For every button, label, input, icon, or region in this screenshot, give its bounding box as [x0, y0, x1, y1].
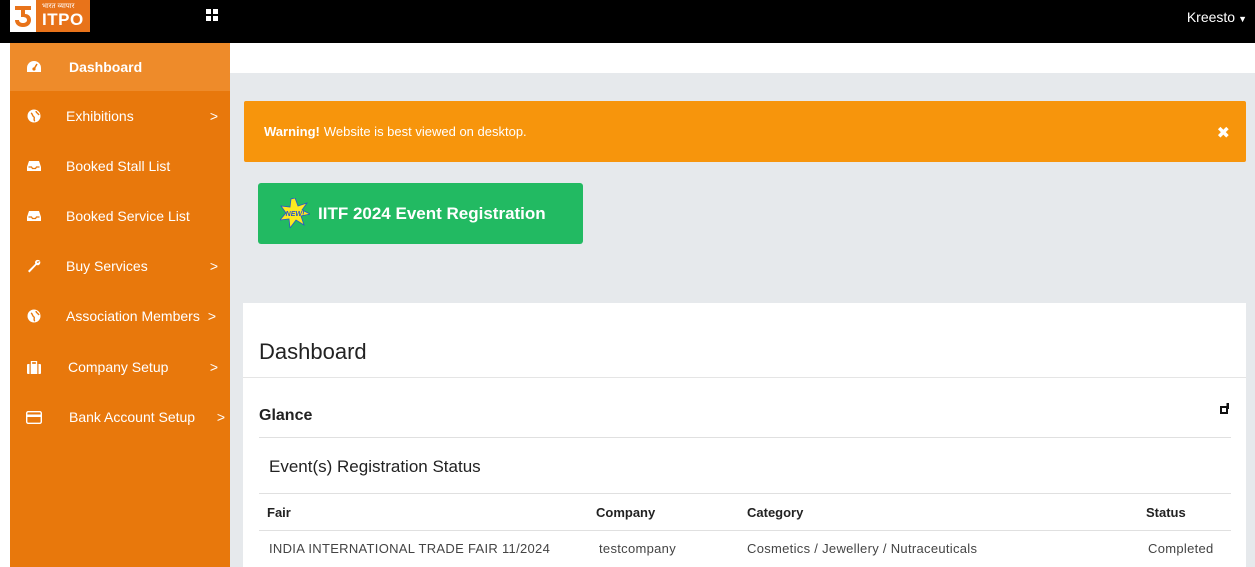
main-content: Warning! Website is best viewed on deskt…	[230, 43, 1255, 567]
dashboard-panel: Dashboard Glance Event(s) Registration S…	[243, 303, 1246, 567]
table-top-border	[259, 493, 1231, 494]
content-header-strip	[230, 43, 1255, 73]
logo-text: ITPO	[42, 10, 84, 29]
wrench-icon	[26, 258, 42, 274]
sidebar-item-label: Company Setup	[68, 359, 169, 375]
sidebar-item-dashboard[interactable]: Dashboard	[10, 43, 230, 91]
globe-icon	[26, 108, 42, 124]
credit-card-icon	[26, 409, 42, 425]
warning-alert: Warning! Website is best viewed on deskt…	[244, 101, 1246, 162]
new-badge-icon: NEW!	[280, 198, 310, 228]
sidebar-item-bank-account-setup[interactable]: Bank Account Setup >	[10, 393, 230, 441]
sidebar-item-label: Buy Services	[66, 258, 148, 274]
chevron-down-icon: ▼	[1238, 14, 1247, 24]
column-header-company: Company	[596, 505, 656, 520]
sidebar-item-booked-service-list[interactable]: Booked Service List	[10, 192, 230, 240]
inbox-icon	[26, 208, 42, 224]
inbox-icon	[26, 158, 42, 174]
cell-company: testcompany	[599, 541, 677, 556]
sidebar-item-label: Exhibitions	[66, 108, 134, 124]
chevron-right-icon: >	[209, 258, 218, 274]
sidebar-item-buy-services[interactable]: Buy Services >	[10, 242, 230, 290]
top-navbar: भारत व्यापार ITPO Kreesto ▼	[0, 0, 1255, 43]
table-header-border	[259, 530, 1231, 531]
iitf-event-registration-button[interactable]: NEW! IITF 2024 Event Registration	[258, 183, 583, 244]
sidebar-item-label: Dashboard	[69, 59, 143, 75]
brand-area: भारत व्यापार ITPO	[10, 0, 230, 43]
sidebar-item-exhibitions[interactable]: Exhibitions >	[10, 92, 230, 140]
briefcase-icon	[26, 359, 42, 375]
column-header-fair: Fair	[267, 505, 291, 520]
divider	[259, 437, 1231, 438]
registration-status-title: Event(s) Registration Status	[269, 457, 481, 476]
sidebar-item-association-members[interactable]: Association Members >	[10, 292, 230, 340]
itpo-logo[interactable]: भारत व्यापार ITPO	[10, 0, 90, 34]
dashboard-icon	[26, 59, 42, 75]
sidebar-item-label: Booked Stall List	[66, 158, 171, 174]
chevron-right-icon: >	[207, 308, 216, 324]
user-menu-dropdown[interactable]: Kreesto ▼	[1187, 9, 1247, 25]
sidebar-item-label: Association Members	[66, 308, 200, 324]
column-header-status: Status	[1146, 505, 1186, 520]
close-icon[interactable]: ✖	[1217, 123, 1230, 143]
sidebar-item-label: Booked Service List	[66, 208, 190, 224]
page-title: Dashboard	[259, 339, 367, 364]
chevron-right-icon: >	[216, 409, 225, 425]
glance-heading: Glance	[259, 407, 313, 424]
collapse-icon[interactable]	[1220, 403, 1230, 414]
event-button-label: IITF 2024 Event Registration	[318, 203, 546, 223]
alert-strong-text: Warning!	[264, 124, 320, 139]
new-badge-text: NEW!	[286, 211, 305, 218]
divider	[243, 377, 1246, 378]
cell-fair: INDIA INTERNATIONAL TRADE FAIR 11/2024	[269, 541, 551, 556]
sidebar-item-booked-stall-list[interactable]: Booked Stall List	[10, 142, 230, 190]
globe-icon	[26, 308, 42, 324]
itpo-logo-mark	[10, 0, 36, 32]
sidebar-item-label: Bank Account Setup	[69, 409, 196, 425]
chevron-right-icon: >	[209, 108, 218, 124]
sidebar-item-company-setup[interactable]: Company Setup >	[10, 343, 230, 391]
sidebar: Dashboard Exhibitions > Booked Stall Lis…	[10, 43, 230, 567]
itpo-logo-box: भारत व्यापार ITPO	[36, 0, 90, 32]
cell-category: Cosmetics / Jewellery / Nutraceuticals	[747, 541, 978, 556]
column-header-category: Category	[747, 505, 804, 520]
alert-message: Website is best viewed on desktop.	[323, 124, 527, 139]
cell-status: Completed	[1148, 541, 1214, 556]
sidebar-toggle-grid-icon[interactable]	[206, 9, 218, 21]
user-name: Kreesto	[1186, 9, 1236, 25]
itpo-emblem-icon	[15, 6, 31, 27]
chevron-right-icon: >	[209, 359, 218, 375]
